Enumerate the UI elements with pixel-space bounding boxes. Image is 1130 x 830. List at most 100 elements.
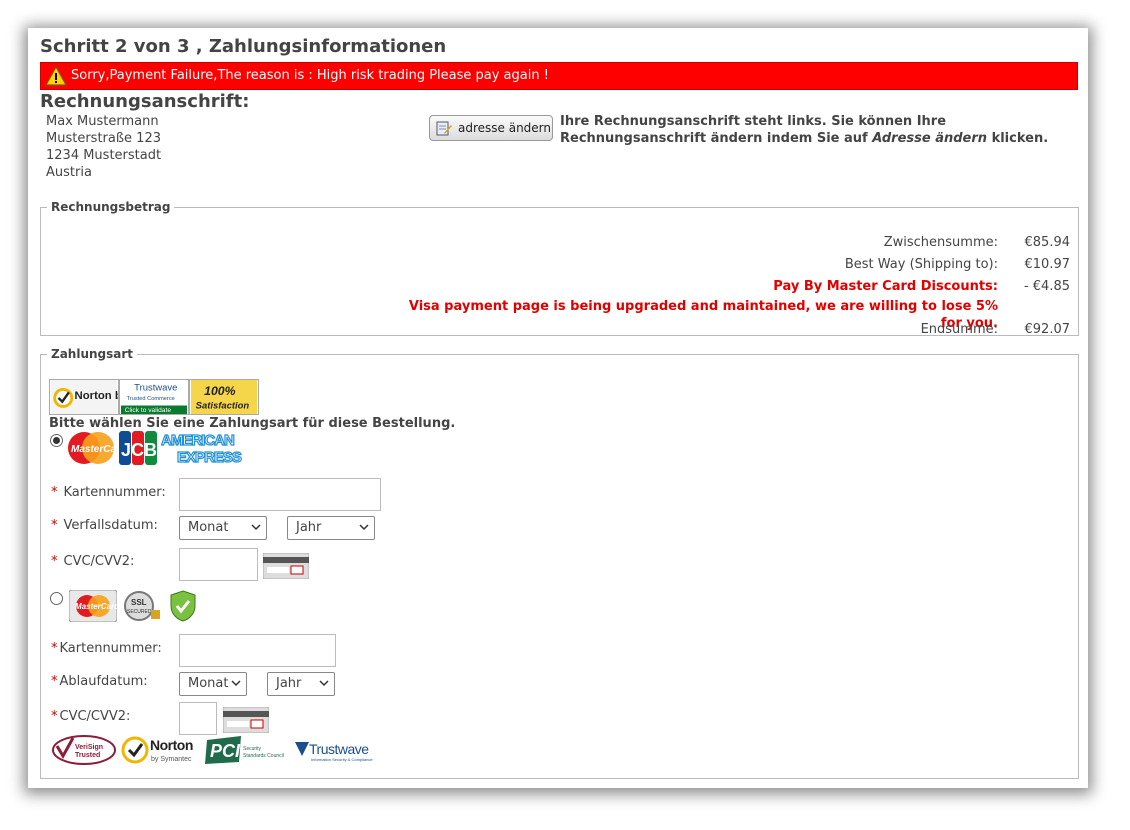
payment-prompt: Bitte wählen Sie eine Zahlungsart für di… (49, 416, 456, 431)
total-row: Endsumme: €92.07 (390, 319, 1070, 341)
trustwave-logo-icon: Trustwave Information Security & Complia… (295, 741, 373, 762)
checkout-card: Schritt 2 von 3 , Zahlungsinformationen … (28, 28, 1088, 788)
address-line: Max Mustermann (46, 114, 159, 129)
expiry2-label-text: Ablaufdatum: (59, 674, 148, 689)
mastercard-icon: MasterCard (69, 590, 117, 622)
trustwave-sub-text: Trusted Commerce (127, 396, 175, 402)
discount-row: Pay By Master Card Discounts: - €4.85 (390, 276, 1070, 298)
svg-text:Trustwave: Trustwave (309, 741, 369, 757)
address-line: Musterstraße 123 (46, 131, 161, 146)
shipping-row: Best Way (Shipping to): €10.97 (390, 254, 1070, 276)
svg-text:Information Security & Complia: Information Security & Compliance (311, 757, 373, 762)
svg-text:PCI: PCI (210, 741, 241, 761)
shipping-value: €10.97 (1024, 257, 1071, 272)
verified-shield-icon (170, 590, 196, 622)
expiry2-month-value: Monat (188, 676, 229, 691)
payment-option2-radio[interactable] (50, 592, 63, 605)
mastercard-icon: MasterCard (68, 432, 115, 464)
norton-badge-text: Norton by Symantec (75, 390, 119, 402)
expiry2-label: * Ablaufdatum: (51, 674, 148, 689)
edit-icon (436, 121, 452, 136)
card-number2-label-text: Kartennummer: (59, 641, 162, 656)
norton-logo-icon: Norton by Symantec (121, 736, 193, 764)
address-note: Ihre Rechnungsanschrift steht links. Sie… (560, 113, 1050, 147)
total-value: €92.07 (1024, 322, 1071, 337)
svg-text:by Symantec: by Symantec (151, 756, 192, 763)
expiry2-month-select[interactable]: Monat (179, 672, 247, 696)
svg-text:Standards Council: Standards Council (243, 753, 284, 759)
discount-value: - €4.85 (1023, 279, 1070, 294)
svg-text:JCB: JCB (121, 440, 157, 460)
expiry2-year-select[interactable]: Jahr (267, 672, 335, 696)
svg-text:AMERICAN: AMERICAN (161, 432, 234, 449)
change-address-button[interactable]: adresse ändern (429, 115, 553, 141)
expiry-year-select[interactable]: Jahr (287, 516, 375, 540)
svg-text:EXPRESS: EXPRESS (177, 449, 242, 465)
option1-brands: MasterCard JCB AMERICAN EXPRESS (67, 431, 243, 465)
norton-badge-icon[interactable]: Norton by Symantec (49, 379, 119, 415)
svg-text:Security: Security (243, 746, 262, 752)
subtotal-row: Zwischensumme: €85.94 (390, 232, 1070, 254)
note-text-end: klicken. (987, 131, 1049, 146)
error-alert: Sorry,Payment Failure,The reason is : Hi… (40, 62, 1078, 90)
address-line: 1234 Musterstadt (46, 148, 162, 163)
card-number-input[interactable] (179, 478, 381, 511)
chevron-down-icon (359, 524, 369, 531)
address-line: Austria (46, 165, 92, 180)
warning-icon (45, 66, 67, 86)
svg-text:Satisfaction: Satisfaction (196, 400, 250, 411)
card-number2-label: * Kartennummer: (51, 641, 162, 656)
totals-box: Rechnungsbetrag Zwischensumme: €85.94 Be… (40, 200, 1079, 337)
subtotal-value: €85.94 (1024, 235, 1071, 250)
svg-text:MasterCard: MasterCard (75, 602, 117, 611)
totals-table: Zwischensumme: €85.94 Best Way (Shipping… (390, 232, 1070, 341)
cvc2-input[interactable] (179, 702, 217, 735)
payment-legend: Zahlungsart (51, 347, 134, 361)
option2-brands: MasterCard SSL SECURED (69, 590, 197, 622)
subtotal-label: Zwischensumme: (883, 235, 998, 250)
change-address-link[interactable]: Adresse ändern (872, 131, 987, 146)
billing-heading: Rechnungsanschrift: (40, 91, 250, 112)
expiry2-year-value: Jahr (276, 676, 302, 691)
expiry-label: * Verfallsdatum: (51, 518, 158, 533)
card-number2-input[interactable] (179, 634, 336, 667)
expiry-year-value: Jahr (296, 520, 322, 535)
verisign-trusted-text: Trusted (75, 752, 100, 759)
cvc2-label-text: CVC/CVV2: (59, 709, 131, 724)
total-label: Endsumme: (920, 322, 998, 337)
content: Schritt 2 von 3 , Zahlungsinformationen … (40, 36, 1078, 223)
card-number-label: * Kartennummer: (51, 485, 166, 500)
satisfaction-badge-icon: 100% Satisfaction (189, 379, 259, 415)
jcb-icon: JCB (119, 431, 157, 465)
card-number-label-text: Kartennummer: (63, 485, 166, 500)
svg-text:MasterCard: MasterCard (71, 444, 115, 455)
change-address-label: adresse ändern (458, 121, 552, 135)
cvc-input[interactable] (179, 548, 258, 581)
ssl-secured-icon: SSL SECURED (124, 591, 160, 621)
cvc-label-text: CVC/CVV2: (63, 554, 135, 569)
chevron-down-icon (251, 524, 261, 531)
discount-label: Pay By Master Card Discounts: (773, 279, 998, 294)
page-title: Schritt 2 von 3 , Zahlungsinformationen (40, 36, 447, 57)
payment-option1-radio[interactable] (50, 434, 63, 447)
trust-logos: VeriSign Trusted Norton by Symantec PCI … (51, 734, 377, 766)
trustwave-validate-text: Click to validate (125, 407, 172, 414)
trustwave-badge-text: Trustwave (134, 382, 177, 393)
verisign-icon: VeriSign Trusted (52, 735, 116, 765)
cvc-hint-icon (223, 707, 269, 733)
shipping-label: Best Way (Shipping to): (844, 257, 998, 272)
verisign-text: VeriSign (75, 744, 103, 751)
chevron-down-icon (231, 680, 241, 687)
cvc-hint-icon (263, 553, 309, 579)
expiry-label-text: Verfallsdatum: (63, 518, 158, 533)
trust-badges: Norton by Symantec Trustwave Trusted Com… (49, 379, 259, 415)
alert-message: Sorry,Payment Failure,The reason is : Hi… (71, 68, 549, 83)
totals-legend: Rechnungsbetrag (51, 200, 171, 214)
svg-text:SECURED: SECURED (127, 609, 152, 615)
trustwave-badge-icon[interactable]: Trustwave Trusted Commerce Click to vali… (119, 379, 189, 415)
payment-box: Zahlungsart Norton by Symantec Trustwave… (40, 347, 1079, 779)
expiry-month-select[interactable]: Monat (179, 516, 267, 540)
svg-text:SSL: SSL (131, 598, 147, 607)
svg-text:Norton: Norton (150, 737, 193, 753)
expiry-month-value: Monat (188, 520, 229, 535)
